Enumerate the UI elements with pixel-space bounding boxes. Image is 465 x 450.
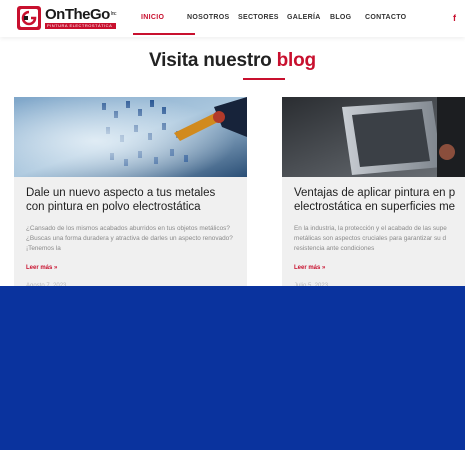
post-excerpt: ¿Cansado de los mismos acabados aburrido…: [26, 225, 233, 252]
read-more-link[interactable]: Leer más »: [26, 265, 57, 271]
post-image-powder-coating[interactable]: [14, 97, 247, 177]
site-header: OnTheGoInc PINTURA ELECTROSTÁTICA INICIO…: [0, 0, 465, 37]
nav-item-contacto[interactable]: CONTACTO: [365, 0, 406, 37]
post-title[interactable]: Dale un nuevo aspecto a tus metales con …: [26, 186, 247, 214]
main-nav: INICIO NOSOTROS SECTORES GALERÍA BLOG CO…: [133, 0, 406, 37]
nav-item-blog[interactable]: BLOG: [330, 0, 365, 37]
blue-overlay-panel: [0, 286, 465, 450]
nav-item-sectores[interactable]: SECTORES: [238, 0, 287, 37]
title-underline: [243, 78, 285, 80]
nav-item-galeria[interactable]: GALERÍA: [287, 0, 330, 37]
nav-item-inicio[interactable]: INICIO: [133, 0, 195, 37]
post-excerpt: En la industria, la protección y el acab…: [294, 225, 447, 252]
logo-mark-icon: [16, 5, 42, 31]
post-image-industrial-panel[interactable]: [282, 97, 465, 177]
logo-name: OnTheGoInc: [45, 6, 117, 23]
nav-item-nosotros[interactable]: NOSOTROS: [187, 0, 238, 37]
read-more-link[interactable]: Leer más »: [294, 265, 325, 271]
logo-tagline: PINTURA ELECTROSTÁTICA: [45, 23, 117, 29]
site-logo[interactable]: OnTheGoInc PINTURA ELECTROSTÁTICA: [16, 5, 117, 31]
section-title: Visita nuestro blog: [149, 50, 316, 71]
post-title[interactable]: Ventajas de aplicar pintura en p electro…: [294, 186, 465, 214]
facebook-icon[interactable]: f: [453, 13, 456, 23]
